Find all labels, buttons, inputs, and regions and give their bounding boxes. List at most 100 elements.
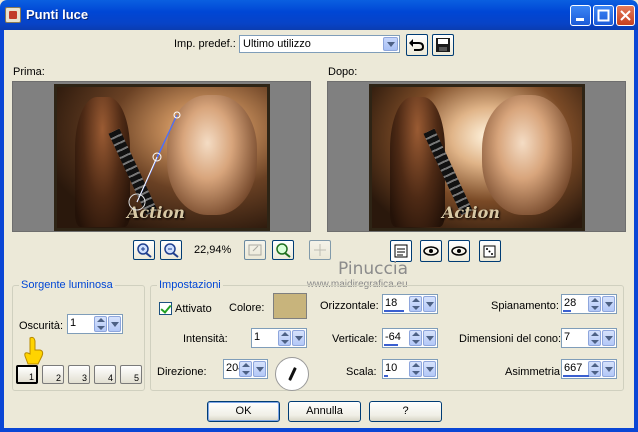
enabled-label: Attivato xyxy=(175,303,212,315)
help-button[interactable]: ? xyxy=(369,401,442,422)
pan-button[interactable] xyxy=(309,240,331,260)
value-bar xyxy=(384,375,388,377)
spin-arrows-icon[interactable] xyxy=(94,316,107,332)
flatten-label: Spianamento: xyxy=(491,300,559,312)
horizontal-spinner[interactable]: 18 xyxy=(382,294,438,314)
minimize-button[interactable] xyxy=(570,5,591,26)
after-image: Action xyxy=(369,84,585,231)
ok-button[interactable]: OK xyxy=(207,401,280,422)
minimize-icon xyxy=(576,18,584,21)
darkness-value: 1 xyxy=(70,317,77,329)
zoom-in-button[interactable] xyxy=(133,240,155,260)
darkness-spinner[interactable]: 1 xyxy=(67,314,123,334)
spin-arrows-icon[interactable] xyxy=(409,361,422,377)
intensity-value: 1 xyxy=(254,331,261,343)
auto-proof-button[interactable] xyxy=(448,240,470,262)
color-swatch[interactable] xyxy=(273,293,307,319)
preset-label: Imp. predef.: xyxy=(174,38,236,50)
spin-arrows-icon[interactable] xyxy=(409,296,422,312)
preset-select[interactable]: Ultimo utilizzo xyxy=(239,35,400,53)
maximize-button[interactable] xyxy=(593,5,614,26)
light-source-title: Sorgente luminosa xyxy=(19,279,115,291)
move-cross-icon xyxy=(314,244,326,256)
horizontal-value: 18 xyxy=(385,297,398,309)
pointer-hand-icon xyxy=(24,336,44,365)
preview-window-icon xyxy=(394,244,408,258)
chevron-down-icon[interactable] xyxy=(602,361,615,377)
zoom-actual-button[interactable] xyxy=(272,240,294,260)
light-preset-number: 5 xyxy=(133,373,139,383)
eye-icon xyxy=(423,246,439,256)
spin-arrows-icon[interactable] xyxy=(278,330,291,346)
cone-size-value: 7 xyxy=(564,331,571,343)
light-preset-number: 2 xyxy=(55,373,61,383)
vertical-label: Verticale: xyxy=(332,333,378,345)
proof-button[interactable] xyxy=(420,240,442,262)
close-button[interactable] xyxy=(616,5,635,26)
asymmetry-spinner[interactable]: 667 xyxy=(561,359,617,379)
vertical-value: -64 xyxy=(385,331,401,343)
zoom-fit-button[interactable] xyxy=(244,240,266,260)
value-bar xyxy=(563,375,589,377)
chevron-down-icon[interactable] xyxy=(108,316,121,332)
chevron-down-icon[interactable] xyxy=(253,361,266,377)
flatten-value: 28 xyxy=(564,297,577,309)
before-image[interactable]: Action xyxy=(54,84,270,231)
value-bar xyxy=(384,310,404,312)
after-preview: Action xyxy=(327,81,626,232)
dice-icon xyxy=(483,245,496,258)
flatten-spinner[interactable]: 28 xyxy=(561,294,617,314)
chevron-down-icon[interactable] xyxy=(602,296,615,312)
save-disk-icon xyxy=(436,38,450,52)
chevron-down-icon[interactable] xyxy=(423,361,436,377)
light-preset-2[interactable]: 2 xyxy=(42,365,64,384)
figure-right xyxy=(482,95,572,215)
chevron-down-icon[interactable] xyxy=(423,330,436,346)
spin-arrows-icon[interactable] xyxy=(409,330,422,346)
zoom-out-button[interactable] xyxy=(160,240,182,260)
light-preset-1[interactable]: 1 xyxy=(16,365,38,384)
zoom-level: 22,94% xyxy=(194,244,232,256)
before-label: Prima: xyxy=(13,66,45,78)
horizontal-label: Orizzontale: xyxy=(320,300,379,312)
chevron-down-icon[interactable] xyxy=(423,296,436,312)
chevron-down-icon[interactable] xyxy=(602,330,615,346)
chevron-down-icon[interactable] xyxy=(383,37,398,51)
light-preset-4[interactable]: 4 xyxy=(94,365,116,384)
vertical-spinner[interactable]: -64 xyxy=(382,328,438,348)
spin-arrows-icon[interactable] xyxy=(239,361,252,377)
direction-label: Direzione: xyxy=(157,366,207,378)
spin-arrows-icon[interactable] xyxy=(588,296,601,312)
intensity-label: Intensità: xyxy=(183,333,228,345)
asymmetry-value: 667 xyxy=(564,362,583,374)
zoom-actual-icon xyxy=(276,243,291,258)
zoom-out-icon xyxy=(164,243,179,258)
light-preset-number: 4 xyxy=(107,373,113,383)
light-control-overlay[interactable] xyxy=(127,107,187,217)
eye-icon xyxy=(451,246,467,256)
watermark-title: Pinuccia xyxy=(338,259,408,279)
scale-spinner[interactable]: 10 xyxy=(382,359,438,379)
after-label: Dopo: xyxy=(328,66,358,78)
light-preset-5[interactable]: 5 xyxy=(120,365,142,384)
cancel-button[interactable]: Annulla xyxy=(288,401,361,422)
chevron-down-icon[interactable] xyxy=(292,330,305,346)
direction-dial[interactable] xyxy=(275,357,309,391)
spin-arrows-icon[interactable] xyxy=(588,361,601,377)
direction-spinner[interactable]: 204 xyxy=(223,359,268,379)
before-preview[interactable]: Action xyxy=(12,81,311,232)
enabled-checkbox[interactable] xyxy=(159,302,172,315)
save-preset-button[interactable] xyxy=(432,34,454,56)
light-preset-3[interactable]: 3 xyxy=(68,365,90,384)
randomize-button[interactable] xyxy=(479,240,501,262)
value-bar xyxy=(563,310,571,312)
intensity-spinner[interactable]: 1 xyxy=(251,328,307,348)
reset-preset-button[interactable] xyxy=(406,34,428,56)
close-icon xyxy=(620,10,631,21)
light-preset-number: 3 xyxy=(81,373,87,383)
asymmetry-label: Asimmetria: xyxy=(505,366,564,378)
cone-size-spinner[interactable]: 7 xyxy=(561,328,617,348)
undo-arrow-icon xyxy=(409,39,425,51)
settings-title: Impostazioni xyxy=(157,279,223,291)
spin-arrows-icon[interactable] xyxy=(588,330,601,346)
